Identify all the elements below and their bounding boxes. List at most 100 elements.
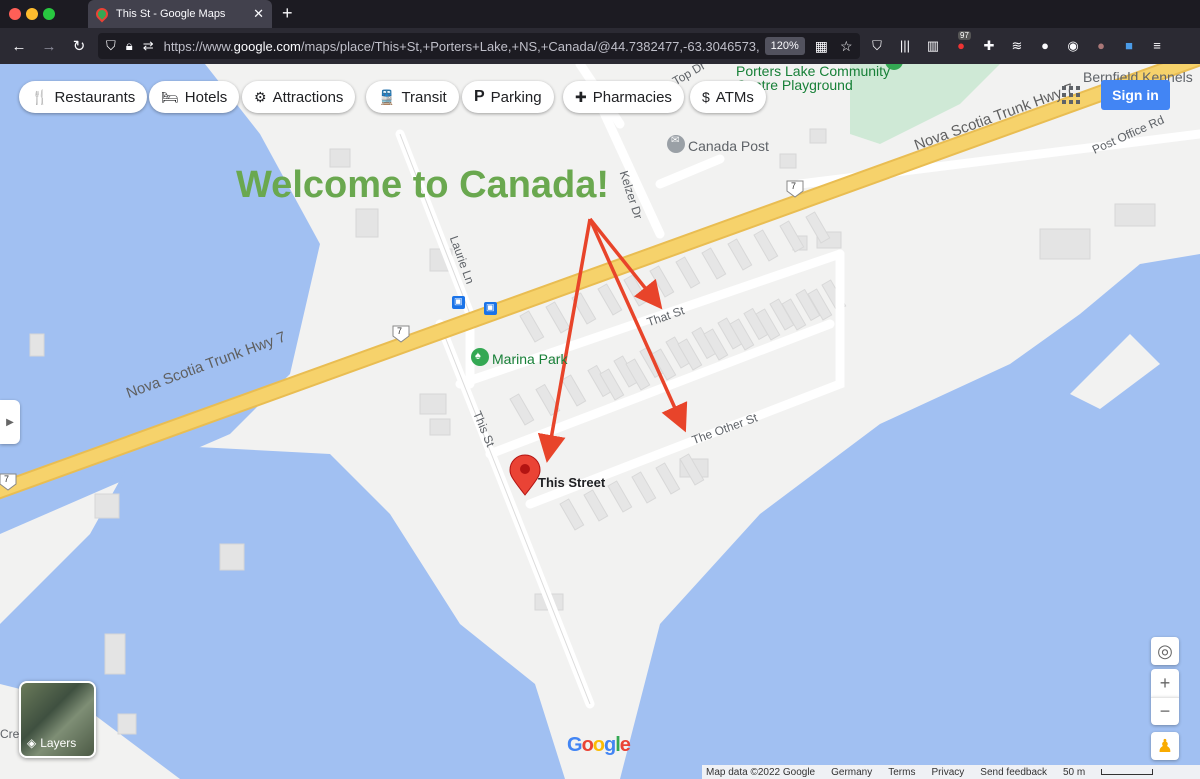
url-text[interactable]: https://www.google.com/maps/place/This+S… [164, 39, 759, 54]
parking-icon: P [474, 88, 485, 105]
place-label-marina-park[interactable]: Marina Park [492, 352, 567, 366]
property-lot [583, 489, 609, 522]
place-label-canada-post[interactable]: Canada Post [688, 139, 769, 153]
url-bar[interactable]: ⛉ 🔒︎ ⇄ https://www.google.com/maps/place… [98, 33, 860, 59]
browser-window: This St - Google Maps ✕ + ← → ↻ ⛉ 🔒︎ ⇄ h… [0, 0, 1200, 779]
pharmacy-icon: ✚ [575, 88, 587, 105]
highway-shield-2: 7 [791, 181, 797, 191]
extension-badge-count: 97 [958, 31, 971, 40]
category-chip-label: Attractions [272, 88, 344, 106]
property-lot [649, 265, 675, 298]
apps-grid-icon[interactable] [1062, 86, 1080, 104]
layers-label: Layers [40, 736, 77, 750]
browser-tab[interactable]: This St - Google Maps ✕ [88, 0, 272, 28]
welcome-annotation: Welcome to Canada! [236, 164, 610, 206]
close-window-button[interactable] [9, 8, 21, 20]
pocket-icon[interactable]: ⛉ [868, 38, 886, 54]
canada-post-icon: ✉ [671, 135, 680, 146]
close-tab-icon[interactable]: ✕ [253, 6, 264, 22]
extension-wave-icon[interactable]: ≋ [1008, 38, 1026, 54]
scale-bar [1101, 769, 1154, 775]
library-icon[interactable]: ||| [896, 38, 914, 54]
zoom-out-button[interactable]: − [1151, 697, 1179, 725]
toolbar-icons: ⛉ ||| ▥ ● 97 ✚ ≋ ● ◉ ● ■ ≡ [868, 31, 1166, 54]
property-lot [561, 374, 587, 407]
location-target-icon: ◎ [1157, 640, 1173, 661]
bus-stop-icon[interactable]: ▣ [486, 302, 495, 313]
attractions-icon: ⚙ [254, 88, 267, 105]
property-lot [545, 301, 571, 334]
back-icon[interactable]: ← [4, 38, 34, 55]
new-tab-icon[interactable]: + [282, 3, 293, 24]
bookmark-star-icon[interactable]: ☆ [840, 38, 853, 55]
category-chip-transit[interactable]: 🚆 Transit [366, 81, 459, 113]
extension-account-icon[interactable]: ◉ [1064, 38, 1082, 54]
category-chip-pharmacies[interactable]: ✚ Pharmacies [563, 81, 684, 113]
google-logo: Google [567, 734, 631, 756]
property-lot [597, 283, 623, 316]
hotel-icon: 🛏 [161, 88, 179, 105]
property-lot [701, 247, 727, 280]
location-pin [509, 454, 541, 496]
pegman-icon: ♟ [1156, 735, 1174, 756]
highway-shield-1: 7 [397, 326, 403, 336]
page-actions-icon[interactable]: ▦ [815, 38, 828, 55]
menu-icon[interactable]: ≡ [1148, 38, 1166, 54]
tab-strip: This St - Google Maps ✕ + [0, 0, 1200, 28]
property-lot [655, 462, 681, 495]
layers-icon: ◈ [27, 736, 37, 750]
permissions-icon[interactable]: ⇄ [143, 38, 154, 54]
layers-button[interactable]: ◈ Layers [19, 681, 96, 758]
terms-link[interactable]: Terms [888, 767, 915, 778]
extension-info-icon[interactable]: ● [1036, 38, 1054, 54]
navigation-bar: ← → ↻ ⛉ 🔒︎ ⇄ https://www.google.com/maps… [0, 28, 1200, 64]
reload-icon[interactable]: ↻ [64, 37, 94, 55]
extension-s-icon[interactable]: ■ [1120, 38, 1138, 54]
map-footer: Map data ©2022 Google Germany Terms Priv… [702, 765, 1200, 779]
pin-label[interactable]: This Street [538, 475, 605, 490]
tab-title: This St - Google Maps [116, 8, 226, 20]
expand-side-panel-button[interactable]: ▶ [0, 400, 20, 444]
send-feedback-link[interactable]: Send feedback [980, 767, 1047, 778]
transit-icon: 🚆 [378, 88, 396, 105]
atm-icon: $ [702, 89, 710, 105]
lock-icon[interactable]: 🔒︎ [126, 38, 133, 54]
property-lot [753, 229, 779, 262]
maximize-window-button[interactable] [43, 8, 55, 20]
shield-icon[interactable]: ⛉ [106, 38, 116, 54]
street-view-pegman-button[interactable]: ♟ [1151, 732, 1179, 760]
category-chip-label: ATMs [715, 88, 754, 106]
map-canvas[interactable]: Nova Scotia Trunk Hwy 7 Nova Scotia Trun… [0, 64, 1200, 779]
restaurant-icon: 🍴 [31, 88, 49, 105]
category-chip-label: Restaurants [54, 88, 136, 106]
park-icon: ♠ [475, 350, 481, 362]
extension-cookie-icon[interactable]: ● [1092, 38, 1110, 54]
property-lot [631, 471, 657, 504]
property-lot [727, 238, 753, 271]
my-location-button[interactable]: ◎ [1151, 637, 1179, 665]
bus-stop-icon[interactable]: ▣ [454, 296, 463, 307]
category-chip-hotels[interactable]: 🛏 Hotels [149, 81, 240, 113]
category-chip-attractions[interactable]: ⚙ Attractions [242, 81, 356, 113]
forward-icon[interactable]: → [34, 38, 64, 55]
privacy-link[interactable]: Privacy [931, 767, 964, 778]
maps-favicon-icon [93, 5, 111, 23]
property-lot [559, 498, 585, 531]
category-chip-atms[interactable]: $ ATMs [690, 81, 766, 113]
chevron-right-icon: ▶ [6, 416, 14, 428]
sidebar-icon[interactable]: ▥ [924, 38, 942, 54]
category-chip-label: Pharmacies [592, 88, 672, 106]
sign-in-button[interactable]: Sign in [1101, 80, 1170, 110]
category-chip-parking[interactable]: P Parking [462, 81, 554, 113]
category-chip-restaurants[interactable]: 🍴 Restaurants [19, 81, 148, 113]
extension-grid-icon[interactable]: ✚ [980, 38, 998, 54]
zoom-level[interactable]: 120% [764, 37, 805, 55]
property-lot [607, 480, 633, 513]
map-data-credit: Map data ©2022 Google [706, 766, 816, 778]
scale-label[interactable]: 50 m [1063, 767, 1085, 778]
extension-badge-icon[interactable]: ● 97 [952, 31, 971, 54]
minimize-window-button[interactable] [26, 8, 38, 20]
property-lot [519, 310, 545, 343]
country-link[interactable]: Germany [831, 767, 872, 778]
zoom-in-button[interactable]: + [1151, 669, 1179, 697]
